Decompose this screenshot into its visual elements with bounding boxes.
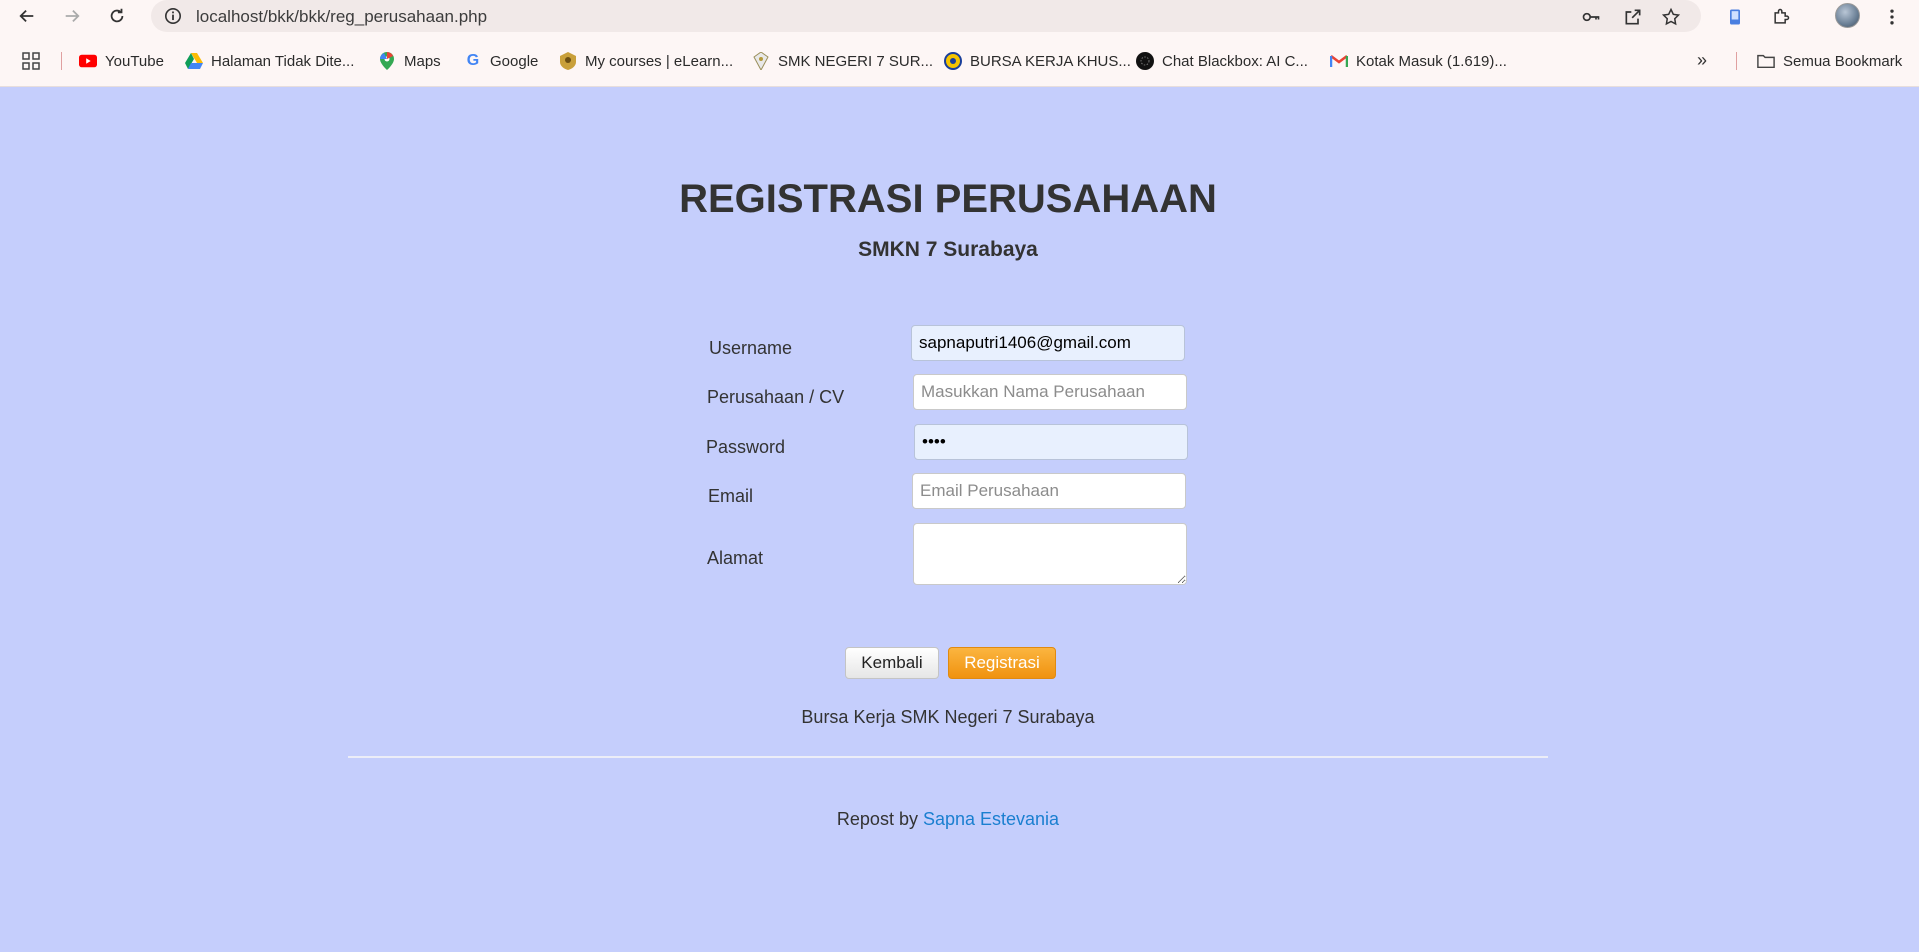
bookmark-google[interactable]: G Google [464,50,539,72]
bookmark-drive[interactable]: Halaman Tidak Dite... [185,50,354,72]
maps-icon [378,52,396,70]
reload-button[interactable] [103,2,131,30]
company-name-input[interactable] [913,374,1187,410]
url-text[interactable]: localhost/bkk/bkk/reg_perusahaan.php [196,7,487,27]
register-button[interactable]: Registrasi [948,647,1056,679]
author-link[interactable]: Sapna Estevania [923,809,1059,829]
bookmark-gmail[interactable]: Kotak Masuk (1.619)... [1330,50,1507,72]
bookmark-maps[interactable]: Maps [378,50,441,72]
browser-chrome: localhost/bkk/bkk/reg_perusahaan.php You… [0,0,1919,87]
kebab-menu-icon[interactable] [1878,3,1906,31]
page-title: REGISTRASI PERUSAHAAN [679,177,1217,221]
address-textarea[interactable] [913,523,1187,585]
bookmark-star-icon[interactable] [1659,5,1683,29]
username-label: Username [709,338,793,358]
password-input[interactable] [914,424,1188,460]
bookmark-bkk[interactable]: BURSA KERJA KHUS... [944,50,1131,72]
bookmark-label: BURSA KERJA KHUS... [970,52,1131,70]
google-drive-icon [185,52,203,70]
site-info-icon[interactable] [163,6,183,26]
bookmark-label: Halaman Tidak Dite... [211,52,355,70]
bookmark-label: SMK NEGERI 7 SUR... [778,52,934,70]
arrow-right-icon [65,9,80,23]
browser-toolbar: localhost/bkk/bkk/reg_perusahaan.php [0,0,1919,32]
youtube-icon [79,52,97,70]
apps-grid-icon[interactable] [22,52,40,70]
bookmark-smk[interactable]: SMK NEGERI 7 SUR... [752,50,933,72]
repost-prefix: Repost by [836,809,918,829]
all-bookmarks-folder[interactable]: Semua Bookmark [1757,50,1902,72]
password-label: Password [706,437,786,457]
repost-credit: Repost by Sapna Estevania [0,809,1896,830]
bookmark-blackbox[interactable]: Chat Blackbox: AI C... [1136,50,1308,72]
elearning-icon [559,52,577,70]
username-input[interactable] [911,325,1185,361]
arrow-left-icon [19,9,34,23]
reload-icon [110,8,124,23]
email-input[interactable] [912,473,1186,509]
folder-icon [1757,52,1775,70]
all-bookmarks-label: Semua Bookmark [1783,52,1903,70]
open-in-new-icon[interactable] [1621,5,1645,29]
bookmark-label: Maps [404,52,441,70]
bookmarks-divider [1736,52,1737,70]
school-icon [752,52,770,70]
google-icon: G [466,52,480,69]
bookmark-label: YouTube [105,52,164,70]
footer-text: Bursa Kerja SMK Negeri 7 Surabaya [801,707,1095,727]
address-bar[interactable]: localhost/bkk/bkk/reg_perusahaan.php [151,0,1701,32]
email-label: Email [708,486,754,506]
blackbox-icon [1136,52,1154,70]
bookmarks-bar: YouTube Halaman Tidak Dite... Maps G Goo… [0,46,1919,76]
chevron-double-right-icon[interactable]: » [1697,50,1707,71]
bkk-icon [944,52,962,70]
company-label: Perusahaan / CV [707,387,845,407]
password-key-icon[interactable] [1579,5,1603,29]
page-subtitle: SMKN 7 Surabaya [858,238,1038,261]
bookmark-label: Kotak Masuk (1.619)... [1356,52,1507,70]
bookmark-label: Google [490,52,539,70]
back-nav-button[interactable] [13,2,41,30]
bookmark-youtube[interactable]: YouTube [79,50,164,72]
tab-search-icon[interactable] [1721,3,1749,31]
extensions-puzzle-icon[interactable] [1767,3,1795,31]
gmail-icon [1330,52,1348,70]
forward-nav-button[interactable] [58,2,86,30]
bookmarks-divider [61,52,62,70]
bookmark-elearning[interactable]: My courses | eLearn... [559,50,733,72]
horizontal-divider [348,756,1548,758]
bookmark-label: Chat Blackbox: AI C... [1162,52,1308,70]
profile-avatar[interactable] [1835,3,1860,28]
back-button[interactable]: Kembali [845,647,939,679]
address-label: Alamat [707,548,764,568]
bookmark-label: My courses | eLearn... [585,52,734,70]
